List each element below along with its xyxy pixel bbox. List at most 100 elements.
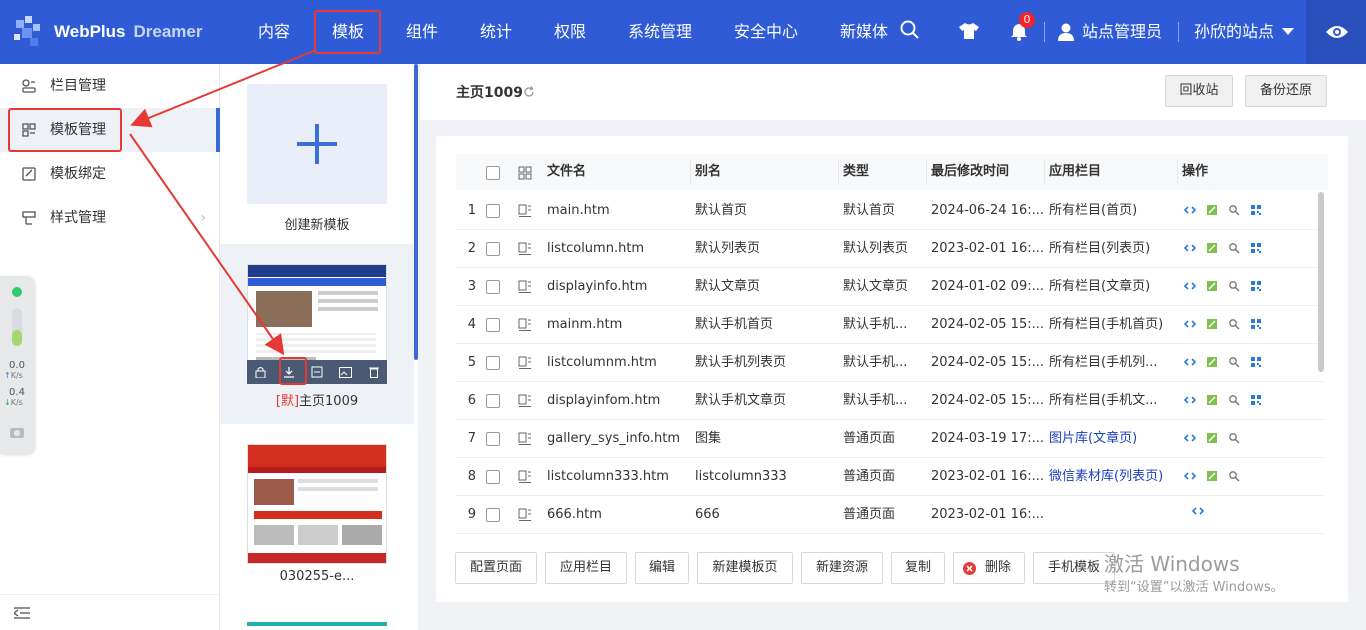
row-checkbox[interactable] xyxy=(486,318,500,332)
row-filename[interactable]: mainm.htm xyxy=(547,306,622,344)
recycle-bin-button[interactable]: 回收站 xyxy=(1165,75,1233,107)
new-resource-button[interactable]: 新建资源 xyxy=(801,552,883,584)
row-number: 1 xyxy=(467,203,476,218)
row-modified: 2023-02-01 16:... xyxy=(931,507,1045,522)
row-checkbox[interactable] xyxy=(486,280,500,294)
qrcode-icon[interactable] xyxy=(1250,318,1262,330)
delete-button[interactable]: 删除 xyxy=(953,552,1025,584)
edit-button[interactable]: 编辑 xyxy=(635,552,689,584)
table-row[interactable]: 5 listcolumnm.htm 默认手机列表页 默认手机... 2024-02-05… xyxy=(456,344,1324,382)
table-row[interactable]: 3 displayinfo.htm 默认文章页 默认文章页 2024-01-02 09:… xyxy=(456,268,1324,306)
search-icon[interactable] xyxy=(1228,356,1240,368)
row-filename[interactable]: listcolumn333.htm xyxy=(547,458,669,496)
row-type: 默认列表页 xyxy=(843,241,909,256)
col-columns[interactable]: 应用栏目 xyxy=(1049,154,1101,190)
new-template-page-button[interactable]: 新建模板页 xyxy=(697,552,793,584)
row-alias: 默认手机列表页 xyxy=(695,355,787,370)
col-alias[interactable]: 别名 xyxy=(695,154,721,190)
code-icon[interactable] xyxy=(1184,280,1196,292)
table-row[interactable]: 8 listcolumn333.htm listcolumn333 普通页面 2023-… xyxy=(456,458,1324,496)
table-row[interactable]: 7 gallery_sys_info.htm 图集 普通页面 2024-03-19 17… xyxy=(456,420,1324,458)
row-columns: 所有栏目(列表页) xyxy=(1049,241,1151,256)
row-columns[interactable]: 微信素材库(列表页) xyxy=(1049,458,1163,496)
qrcode-icon[interactable] xyxy=(1250,356,1262,368)
edit-icon[interactable] xyxy=(1206,356,1218,368)
row-filename[interactable]: listcolumn.htm xyxy=(547,230,644,268)
qrcode-icon[interactable] xyxy=(1250,242,1262,254)
table-row[interactable]: 6 displayinfom.htm 默认手机文章页 默认手机... 2024-02-0… xyxy=(456,382,1324,420)
search-icon[interactable] xyxy=(1228,432,1240,444)
search-icon[interactable] xyxy=(1228,318,1240,330)
row-modified: 2024-02-05 15:... xyxy=(931,393,1045,408)
code-icon[interactable] xyxy=(1184,318,1196,330)
edit-icon[interactable] xyxy=(1206,204,1218,216)
file-type-icon xyxy=(518,204,531,217)
code-icon[interactable] xyxy=(1184,432,1196,444)
col-filename[interactable]: 文件名 xyxy=(547,154,586,190)
row-columns: 所有栏目(手机文... xyxy=(1049,393,1158,408)
row-number: 8 xyxy=(467,469,476,484)
edit-icon[interactable] xyxy=(1206,470,1218,482)
search-icon[interactable] xyxy=(1228,280,1240,292)
file-type-icon xyxy=(518,356,531,369)
row-modified: 2024-06-24 16:... xyxy=(931,203,1045,218)
row-filename[interactable]: displayinfo.htm xyxy=(547,268,647,306)
edit-icon[interactable] xyxy=(1206,280,1218,292)
row-filename[interactable]: listcolumnm.htm xyxy=(547,344,657,382)
copy-button[interactable]: 复制 xyxy=(891,552,945,584)
backup-restore-button[interactable]: 备份还原 xyxy=(1245,75,1327,107)
code-icon[interactable] xyxy=(1184,204,1196,216)
col-modified[interactable]: 最后修改时间 xyxy=(931,154,1009,190)
col-type[interactable]: 类型 xyxy=(843,154,869,190)
file-type-icon xyxy=(518,470,531,483)
search-icon[interactable] xyxy=(1228,242,1240,254)
edit-icon[interactable] xyxy=(1206,242,1218,254)
search-icon[interactable] xyxy=(1228,204,1240,216)
row-type: 默认手机... xyxy=(843,317,908,332)
row-filename[interactable]: displayinfom.htm xyxy=(547,382,660,420)
row-checkbox[interactable] xyxy=(486,356,500,370)
configure-page-button[interactable]: 配置页面 xyxy=(455,552,537,584)
apply-columns-button[interactable]: 应用栏目 xyxy=(545,552,627,584)
code-icon[interactable] xyxy=(1184,394,1196,406)
main-header: 主页1009 回收站 备份还原 xyxy=(420,64,1366,120)
row-checkbox[interactable] xyxy=(486,432,500,446)
table-row[interactable]: 9 666.htm 666 普通页面 2023-02-01 16:... xyxy=(456,496,1324,534)
select-all-checkbox[interactable] xyxy=(486,166,500,180)
row-filename[interactable]: 666.htm xyxy=(547,496,602,534)
code-icon[interactable] xyxy=(1192,505,1204,517)
edit-icon[interactable] xyxy=(1206,318,1218,330)
edit-icon[interactable] xyxy=(1206,394,1218,406)
row-type: 默认首页 xyxy=(843,203,896,218)
row-number: 3 xyxy=(467,279,476,294)
row-columns[interactable]: 图片库(文章页) xyxy=(1049,420,1137,458)
code-icon[interactable] xyxy=(1184,470,1196,482)
mobile-template-button[interactable]: 手机模板 xyxy=(1033,552,1115,584)
code-icon[interactable] xyxy=(1184,242,1196,254)
edit-icon[interactable] xyxy=(1206,432,1218,444)
qrcode-icon[interactable] xyxy=(1250,280,1262,292)
table-row[interactable]: 1 main.htm 默认首页 默认首页 2024-06-24 16:... 所有栏目(首… xyxy=(456,192,1324,230)
search-icon[interactable] xyxy=(1228,470,1240,482)
row-checkbox[interactable] xyxy=(486,394,500,408)
search-icon[interactable] xyxy=(1228,394,1240,406)
qrcode-icon[interactable] xyxy=(1250,394,1262,406)
row-alias: 图集 xyxy=(695,431,722,446)
row-checkbox[interactable] xyxy=(486,470,500,484)
row-checkbox[interactable] xyxy=(486,508,500,522)
row-type: 普通页面 xyxy=(843,507,896,522)
file-type-icon xyxy=(518,394,531,407)
row-checkbox[interactable] xyxy=(486,242,500,256)
row-filename[interactable]: main.htm xyxy=(547,192,610,230)
row-alias: 默认首页 xyxy=(695,203,748,218)
row-filename[interactable]: gallery_sys_info.htm xyxy=(547,420,680,458)
row-checkbox[interactable] xyxy=(486,204,500,218)
refresh-icon[interactable] xyxy=(523,86,535,98)
table-row[interactable]: 2 listcolumn.htm 默认列表页 默认列表页 2023-02-01 16:.… xyxy=(456,230,1324,268)
activation-watermark-title: 激活 Windows xyxy=(1104,552,1240,576)
code-icon[interactable] xyxy=(1184,356,1196,368)
table-row[interactable]: 4 mainm.htm 默认手机首页 默认手机... 2024-02-05 15:...… xyxy=(456,306,1324,344)
delete-icon xyxy=(963,562,976,575)
qrcode-icon[interactable] xyxy=(1250,204,1262,216)
table-scrollbar[interactable] xyxy=(1318,192,1324,372)
